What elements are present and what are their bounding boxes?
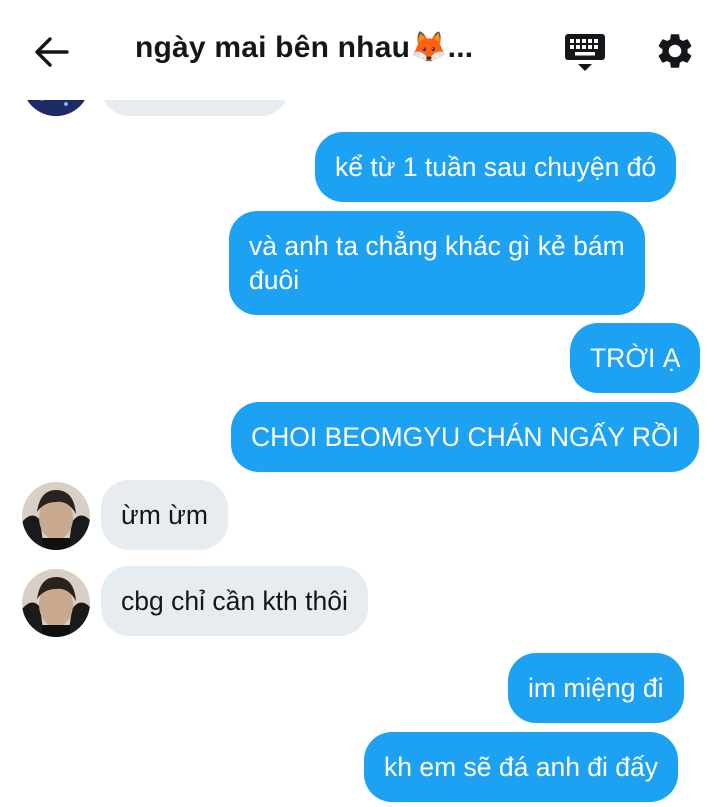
outgoing-message-bubble[interactable]: kh em sẽ đá anh đi đấy [364,732,679,802]
message-thread: kể từ 1 tuần sau chuyện đó và anh ta chẳ… [0,0,720,807]
message-text: im miệng đi [528,673,664,703]
outgoing-message-bubble[interactable]: và anh ta chẳng khác gì kẻ bám đuôi [229,211,645,315]
keyboard-button[interactable] [562,30,608,76]
gear-icon [658,34,692,68]
message-text: cbg chỉ cần kth thôi [121,586,348,616]
message-text: ừm ừm [121,500,208,530]
message-text: TRỜI Ạ [590,343,681,373]
message-text: CHOI BEOMGYU CHÁN NGẤY RỒI [251,422,679,452]
message-text: và anh ta chẳng khác gì kẻ bám [249,231,625,261]
conversation-header: ngày mai bên nhau🦊... [0,0,720,100]
message-text: kể từ 1 tuần sau chuyện đó [335,152,657,182]
conversation-title: ngày mai bên nhau🦊... [135,31,474,64]
avatar[interactable] [22,569,90,637]
message-text: đuôi [249,265,300,295]
incoming-message-bubble[interactable]: cbg chỉ cần kth thôi [101,566,368,636]
settings-button[interactable] [654,30,696,72]
message-text: kh em sẽ đá anh đi đấy [384,752,659,782]
back-button[interactable] [30,30,74,74]
avatar[interactable] [22,482,90,550]
keyboard-icon [565,34,605,71]
outgoing-message-bubble[interactable]: TRỜI Ạ [570,323,701,393]
outgoing-message-bubble[interactable]: im miệng đi [508,653,684,723]
outgoing-message-bubble[interactable]: kể từ 1 tuần sau chuyện đó [315,132,677,202]
arrow-left-icon [35,37,69,67]
incoming-message-bubble[interactable]: ừm ừm [101,480,228,550]
outgoing-message-bubble[interactable]: CHOI BEOMGYU CHÁN NGẤY RỒI [231,402,699,472]
